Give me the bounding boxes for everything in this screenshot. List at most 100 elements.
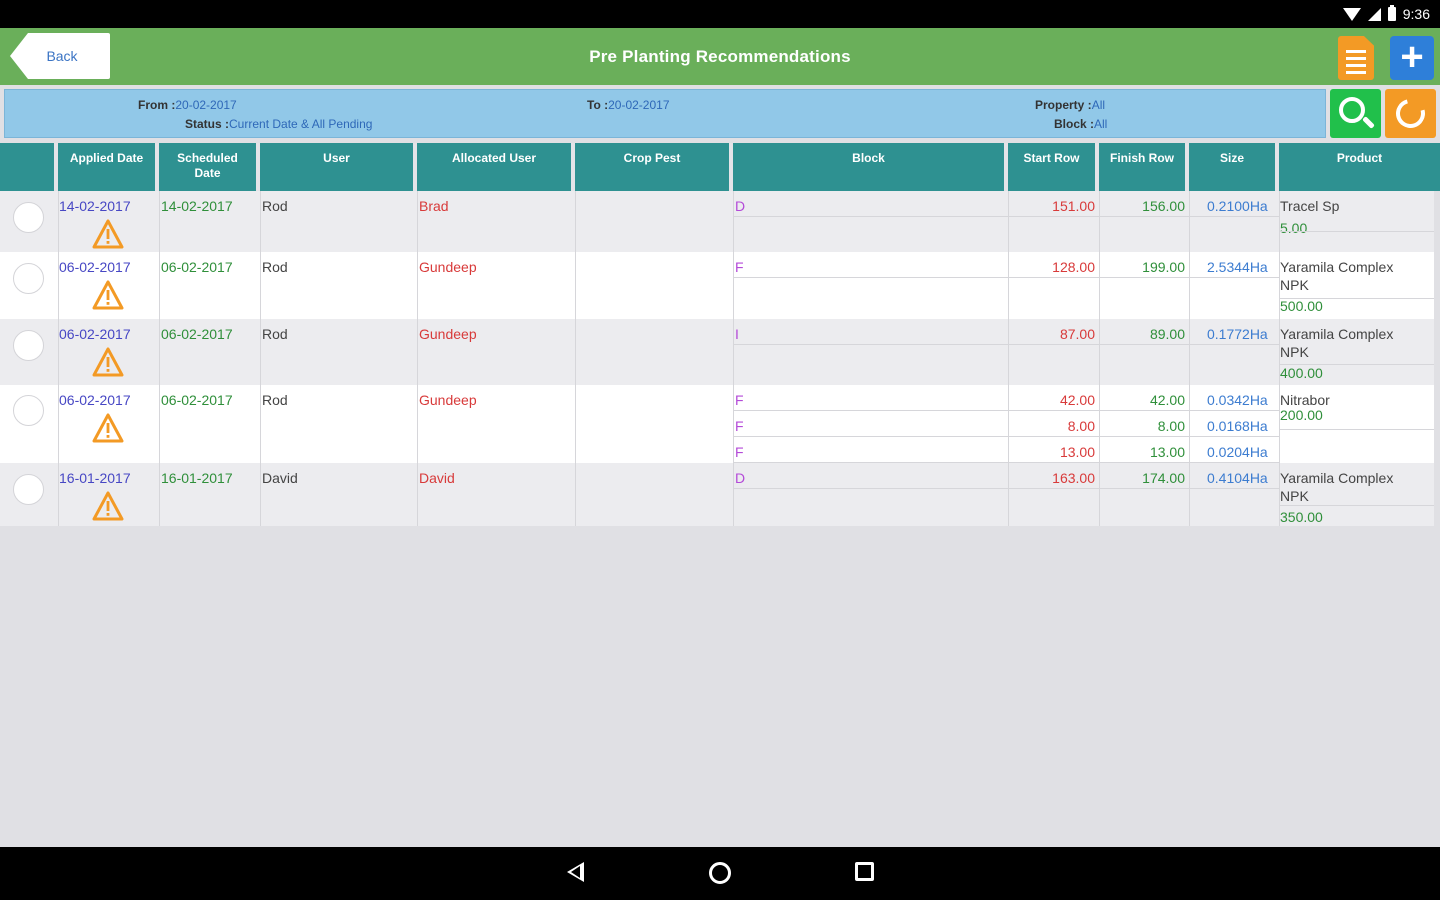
applied-date: 06-02-2017 (59, 259, 131, 275)
nav-recent-apps-icon[interactable] (855, 862, 874, 881)
start-row: 42.00 (1059, 392, 1095, 408)
page-title: Pre Planting Recommendations (589, 47, 851, 66)
product-qty: 5.00 (1280, 220, 1308, 236)
document-icon[interactable] (1338, 36, 1374, 80)
product-name: Yaramila Complex (1280, 470, 1394, 486)
header-block[interactable]: Block (733, 143, 1008, 191)
table-row[interactable]: 16-01-2017 16-01-2017 David David D 163.00 174… (0, 463, 1434, 526)
allocated-user: Brad (419, 198, 449, 214)
user-name: David (262, 470, 298, 486)
status-bar: 9:36 (0, 0, 1440, 28)
warning-icon (92, 491, 124, 521)
allocated-user: Gundeep (419, 326, 477, 342)
from-filter: From :20-02-2017 (138, 98, 237, 112)
size-value: 0.0168Ha (1207, 418, 1268, 434)
block-name: F (735, 418, 744, 434)
warning-icon (92, 219, 124, 249)
nav-back-icon[interactable] (567, 862, 584, 882)
to-filter: To :20-02-2017 (587, 98, 670, 112)
table-row[interactable]: 06-02-2017 06-02-2017 Rod Gundeep I 87.00 89.0… (0, 319, 1434, 385)
table-row[interactable]: 14-02-2017 14-02-2017 Rod Brad D 151.00 156.00… (0, 191, 1434, 252)
battery-icon (1387, 5, 1396, 21)
header-product[interactable]: Product (1279, 143, 1440, 191)
finish-row: 199.00 (1142, 259, 1185, 275)
size-value: 2.5344Ha (1207, 259, 1268, 275)
scheduled-date: 06-02-2017 (161, 259, 233, 275)
applied-date: 16-01-2017 (59, 470, 131, 486)
product-qty: 400.00 (1280, 365, 1323, 381)
size-value: 0.2100Ha (1207, 198, 1268, 214)
table-row[interactable]: 06-02-2017 06-02-2017 Rod Gundeep F 42.00 42.0… (0, 385, 1434, 463)
product-qty: 350.00 (1280, 509, 1323, 525)
product-name-line2: NPK (1280, 488, 1309, 504)
product-qty: 200.00 (1280, 407, 1323, 423)
block-name: F (735, 392, 744, 408)
filter-summary[interactable]: From :20-02-2017 Status :Current Date & … (4, 89, 1326, 138)
user-name: Rod (262, 259, 288, 275)
finish-row: 13.00 (1149, 444, 1185, 460)
start-row: 163.00 (1052, 470, 1095, 486)
applied-date: 06-02-2017 (59, 392, 131, 408)
row-select-radio[interactable] (13, 263, 44, 294)
finish-row: 42.00 (1149, 392, 1185, 408)
header-scheduled-date[interactable]: Scheduled Date (159, 143, 260, 191)
scheduled-date: 06-02-2017 (161, 326, 233, 342)
block-name: D (735, 470, 746, 486)
header-start-row[interactable]: Start Row (1008, 143, 1099, 191)
header-size[interactable]: Size (1189, 143, 1279, 191)
start-row: 151.00 (1052, 198, 1095, 214)
warning-icon (92, 413, 124, 443)
header-crop-pest[interactable]: Crop Pest (575, 143, 733, 191)
app-bar: Back Pre Planting Recommendations + (0, 28, 1440, 85)
search-icon[interactable] (1330, 89, 1381, 138)
header-allocated-user[interactable]: Allocated User (417, 143, 575, 191)
start-row: 128.00 (1052, 259, 1095, 275)
user-name: Rod (262, 392, 288, 408)
header-user[interactable]: User (260, 143, 417, 191)
allocated-user: Gundeep (419, 259, 477, 275)
plus-icon[interactable]: + (1390, 36, 1434, 80)
table-header: Applied Date Scheduled Date User Allocate… (0, 143, 1440, 191)
block-filter: Block :All (1054, 117, 1108, 131)
applied-date: 14-02-2017 (59, 198, 131, 214)
size-value: 0.0342Ha (1207, 392, 1268, 408)
product-name-line2: NPK (1280, 277, 1309, 293)
scheduled-date: 16-01-2017 (161, 470, 233, 486)
header-applied-date[interactable]: Applied Date (58, 143, 159, 191)
block-name: D (735, 198, 746, 214)
user-name: Rod (262, 326, 288, 342)
header-finish-row[interactable]: Finish Row (1099, 143, 1189, 191)
property-filter: Property :All (1035, 98, 1106, 112)
scheduled-date: 14-02-2017 (161, 198, 233, 214)
block-name: F (735, 259, 744, 275)
user-name: Rod (262, 198, 288, 214)
signal-icon (1367, 7, 1381, 21)
finish-row: 8.00 (1157, 418, 1185, 434)
nav-home-icon[interactable] (709, 862, 731, 884)
navigation-bar (0, 847, 1440, 900)
block-name: F (735, 444, 744, 460)
allocated-user: Gundeep (419, 392, 477, 408)
size-value: 0.1772Ha (1207, 326, 1268, 342)
table-row[interactable]: 06-02-2017 06-02-2017 Rod Gundeep F 128.00 199… (0, 252, 1434, 319)
finish-row: 156.00 (1142, 198, 1185, 214)
product-name: Yaramila Complex (1280, 259, 1394, 275)
block-name: I (735, 326, 739, 342)
row-select-radio[interactable] (13, 395, 44, 426)
allocated-user: David (419, 470, 455, 486)
row-select-radio[interactable] (13, 202, 44, 233)
start-row: 13.00 (1059, 444, 1095, 460)
start-row: 8.00 (1067, 418, 1095, 434)
row-select-radio[interactable] (13, 330, 44, 361)
product-name-line2: NPK (1280, 344, 1309, 360)
warning-icon (92, 347, 124, 377)
refresh-icon[interactable] (1385, 89, 1436, 138)
product-qty: 500.00 (1280, 298, 1323, 314)
warning-icon (92, 280, 124, 310)
scheduled-date: 06-02-2017 (161, 392, 233, 408)
row-select-radio[interactable] (13, 474, 44, 505)
product-name: Tracel Sp (1280, 198, 1340, 214)
start-row: 87.00 (1059, 326, 1095, 342)
status-time: 9:36 (1402, 6, 1430, 22)
product-name: Yaramila Complex (1280, 326, 1394, 342)
